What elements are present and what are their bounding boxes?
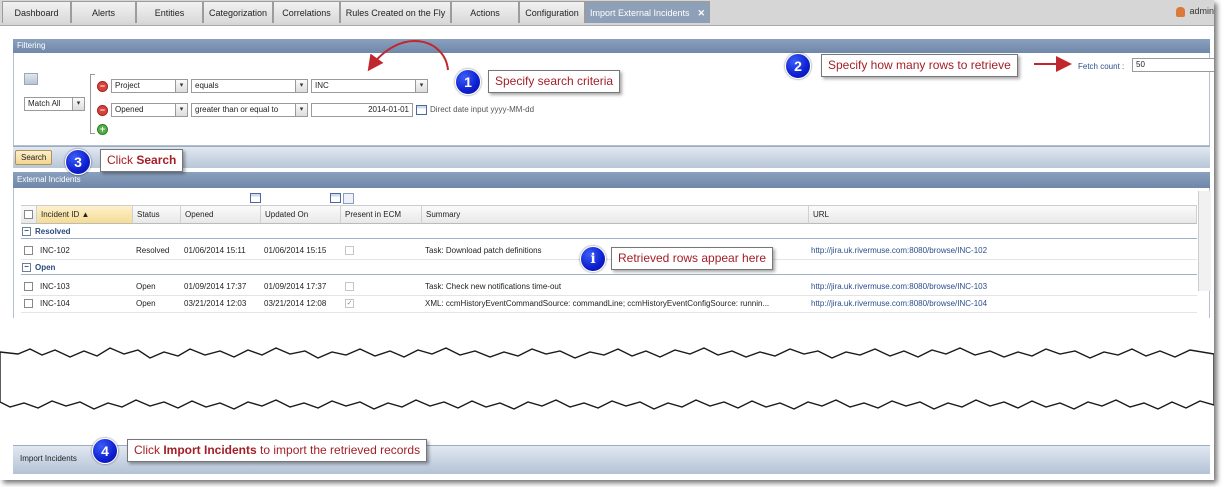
app-window: Dashboard Alerts Entities Categorization…: [0, 0, 1214, 480]
curved-arrow-icon: [367, 40, 449, 72]
annotation-arrows: [367, 40, 1072, 72]
